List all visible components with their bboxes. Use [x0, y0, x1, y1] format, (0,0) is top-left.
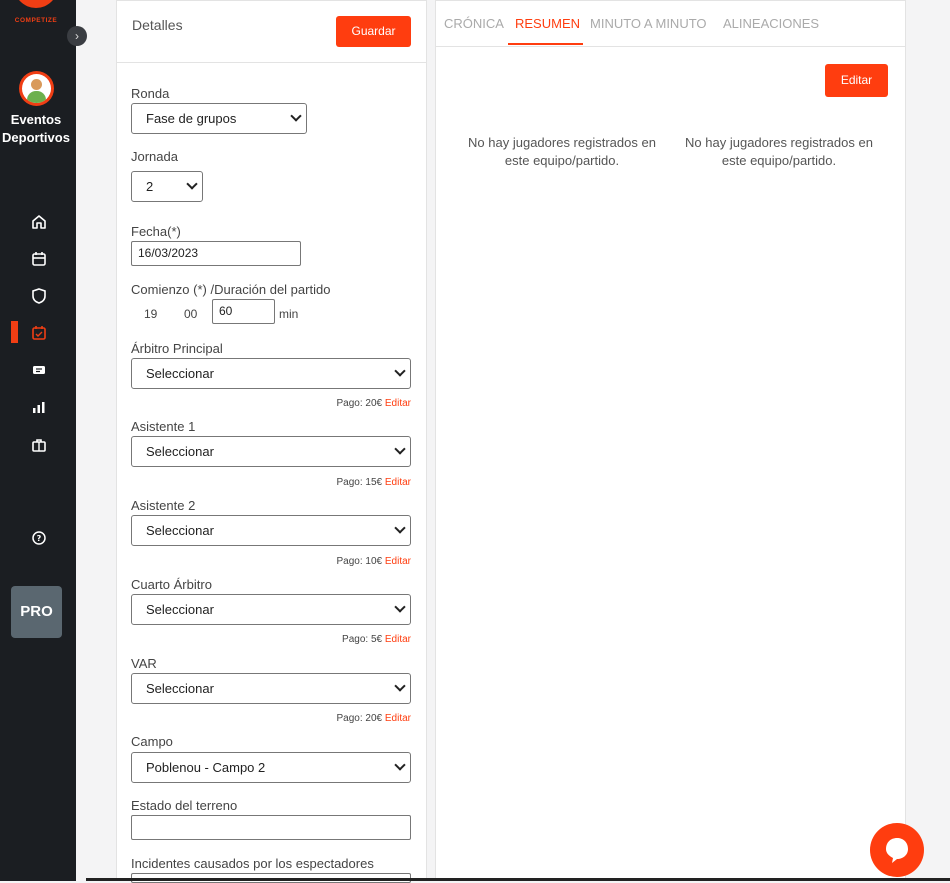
details-header: Detalles Guardar [117, 1, 426, 63]
jornada-label: Jornada [131, 149, 178, 164]
campo-select[interactable]: Poblenou - Campo 2 [131, 752, 411, 783]
chevron-down-icon [394, 365, 406, 377]
fecha-input[interactable]: 16/03/2023 [131, 241, 301, 266]
arbitro-label: Árbitro Principal [131, 341, 223, 356]
var-label: VAR [131, 656, 157, 671]
shield-icon[interactable] [30, 287, 48, 305]
arbitro-value: Seleccionar [146, 366, 214, 381]
ronda-value: Fase de grupos [146, 111, 237, 126]
tab-cronica[interactable]: CRÓNICA [444, 16, 504, 31]
cuarto-pago-text: Pago: 5€ [342, 634, 383, 645]
comienzo-label: Comienzo (*) /Duración del partido [131, 282, 331, 297]
chevron-down-icon [394, 443, 406, 455]
jornada-select[interactable]: 2 [131, 171, 203, 202]
chevron-down-icon [394, 680, 406, 692]
asistente1-pago-text: Pago: 15€ [336, 477, 383, 488]
chevron-down-icon [394, 522, 406, 534]
match-icon[interactable] [30, 324, 48, 342]
asistente2-label: Asistente 2 [131, 498, 196, 513]
asistente1-value: Seleccionar [146, 444, 214, 459]
active-nav-indicator [11, 321, 18, 343]
duration-input[interactable]: 60 [212, 299, 275, 324]
asistente1-select[interactable]: Seleccionar [131, 436, 411, 467]
arbitro-pago: Pago: 20€ Editar [336, 398, 411, 409]
arbitro-edit-link[interactable]: Editar [385, 398, 411, 409]
minute-value[interactable]: 00 [184, 307, 197, 321]
stats-icon[interactable] [30, 398, 48, 416]
help-icon[interactable]: ? [30, 529, 48, 547]
chat-support-button[interactable] [870, 823, 924, 877]
tab-alineaciones[interactable]: ALINEACIONES [723, 16, 819, 31]
ronda-label: Ronda [131, 86, 170, 101]
tab-minuto-a-minuto[interactable]: MINUTO A MINUTO [590, 16, 707, 31]
match-summary-card: CRÓNICA RESUMEN MINUTO A MINUTO ALINEACI… [435, 0, 906, 881]
asistente2-edit-link[interactable]: Editar [385, 556, 411, 567]
away-team-empty-message: No hay jugadores registrados en este equ… [685, 135, 873, 168]
ticket-icon[interactable] [30, 361, 48, 379]
asistente1-label: Asistente 1 [131, 419, 196, 434]
home-team-empty-message: No hay jugadores registrados en este equ… [468, 135, 656, 168]
svg-text:?: ? [37, 534, 42, 543]
briefcase-icon[interactable] [30, 436, 48, 454]
arbitro-select[interactable]: Seleccionar [131, 358, 411, 389]
cuarto-select[interactable]: Seleccionar [131, 594, 411, 625]
asistente2-value: Seleccionar [146, 523, 214, 538]
ronda-select[interactable]: Fase de grupos [131, 103, 307, 134]
pro-badge[interactable]: PRO [11, 586, 62, 638]
home-icon[interactable] [30, 213, 48, 231]
var-select[interactable]: Seleccionar [131, 673, 411, 704]
var-value: Seleccionar [146, 681, 214, 696]
chevron-down-icon [394, 759, 406, 771]
competize-logo[interactable] [14, 0, 58, 8]
asistente2-select[interactable]: Seleccionar [131, 515, 411, 546]
cuarto-pago: Pago: 5€ Editar [342, 634, 411, 645]
incidentes-label: Incidentes causados por los espectadores [131, 856, 374, 871]
details-title: Detalles [132, 17, 183, 33]
asistente1-pago: Pago: 15€ Editar [336, 477, 411, 488]
logo-text: COMPETIZE [14, 17, 58, 24]
asistente1-edit-link[interactable]: Editar [385, 477, 411, 488]
estado-label: Estado del terreno [131, 798, 238, 813]
save-button[interactable]: Guardar [336, 16, 411, 47]
estado-input[interactable] [131, 815, 411, 840]
organization-avatar[interactable] [19, 71, 54, 106]
sidebar: COMPETIZE Eventos Deportivos ? PRO [0, 0, 76, 881]
var-pago: Pago: 20€ Editar [336, 713, 411, 724]
active-tab-underline [508, 43, 583, 45]
chevron-down-icon [186, 178, 198, 190]
hour-value[interactable]: 19 [144, 307, 157, 321]
tab-resumen[interactable]: RESUMEN [515, 16, 580, 31]
asistente2-pago: Pago: 10€ Editar [336, 556, 411, 567]
cuarto-edit-link[interactable]: Editar [385, 634, 411, 645]
sidebar-toggle-chevron-icon[interactable]: › [67, 26, 87, 46]
summary-tabs: CRÓNICA RESUMEN MINUTO A MINUTO ALINEACI… [436, 1, 905, 47]
asistente2-pago-text: Pago: 10€ [336, 556, 383, 567]
org-name-line2: Deportivos [2, 130, 70, 145]
calendar-icon[interactable] [30, 250, 48, 268]
campo-label: Campo [131, 734, 173, 749]
duration-unit: min [279, 307, 299, 321]
cuarto-value: Seleccionar [146, 602, 214, 617]
organization-name: Eventos Deportivos [0, 111, 72, 147]
var-pago-text: Pago: 20€ [336, 713, 383, 724]
edit-summary-button[interactable]: Editar [825, 64, 888, 97]
org-name-line1: Eventos [10, 112, 62, 127]
campo-value: Poblenou - Campo 2 [146, 760, 266, 775]
chat-icon [886, 838, 908, 863]
fecha-label: Fecha(*) [131, 224, 181, 239]
cuarto-label: Cuarto Árbitro [131, 577, 212, 592]
arbitro-pago-text: Pago: 20€ [336, 398, 383, 409]
var-edit-link[interactable]: Editar [385, 713, 411, 724]
chevron-down-icon [394, 601, 406, 613]
match-details-card: Detalles Guardar Ronda Fase de grupos Jo… [116, 0, 427, 883]
jornada-value: 2 [146, 179, 154, 194]
chevron-down-icon [290, 110, 302, 122]
